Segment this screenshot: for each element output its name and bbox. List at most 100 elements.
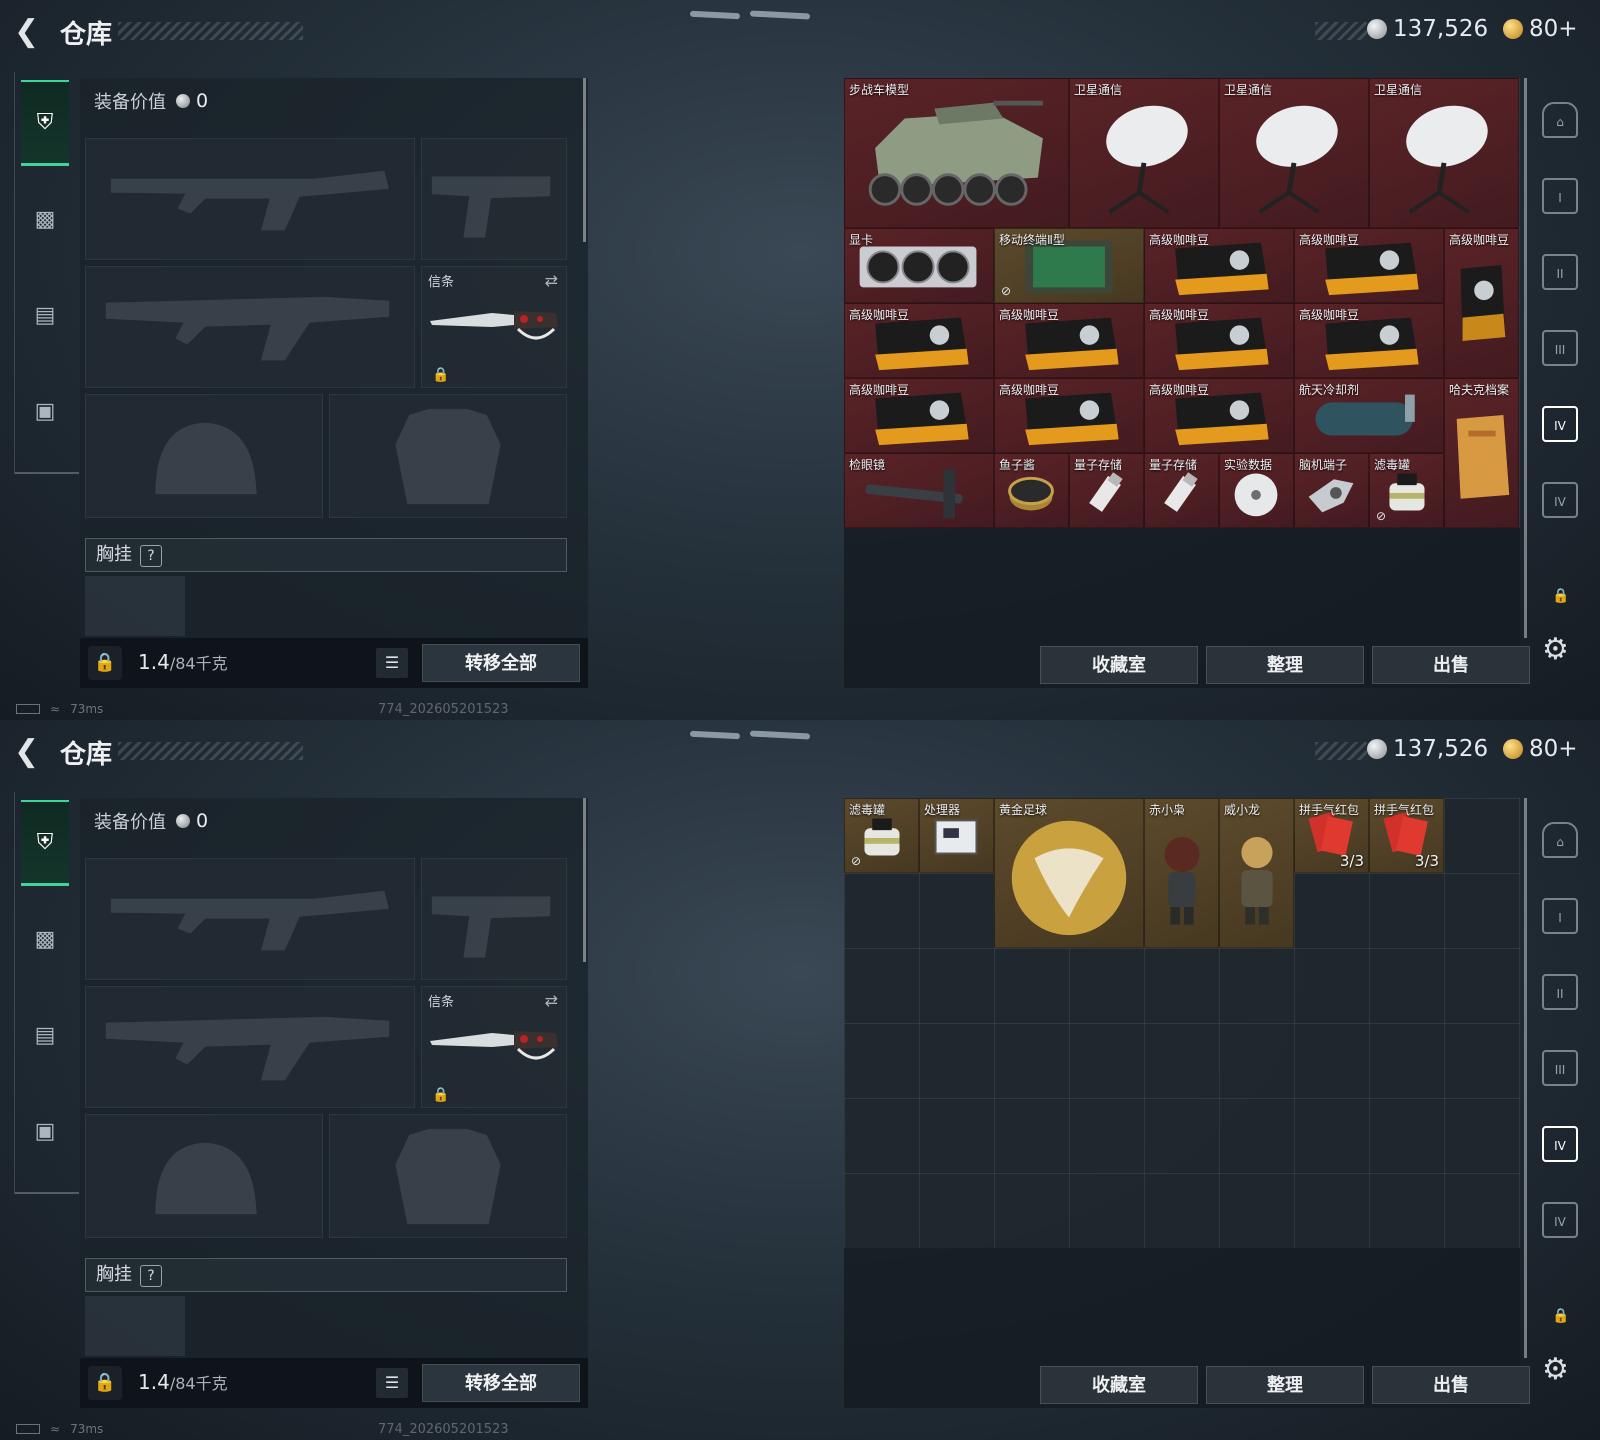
storage-page-tabs: ⌂ I II III IV IV 🔒 ⚙ [1524, 78, 1584, 688]
melee-slot[interactable]: 信条 ⇄ 🔒 [421, 986, 567, 1108]
storage-item[interactable]: 卫星通信 [1069, 78, 1219, 228]
storage-item[interactable]: 量子存储 [1069, 453, 1144, 528]
lock-toggle-icon[interactable]: 🔒 [88, 1366, 122, 1400]
list-view-icon[interactable]: ☰ [376, 648, 408, 678]
storage-item[interactable]: 拼手气红包 3/3 [1294, 798, 1369, 873]
storage-item[interactable]: 高级咖啡豆 [1144, 303, 1294, 378]
storage-item[interactable]: 哈夫克档案 [1444, 378, 1519, 528]
storage-item[interactable]: 量子存储 [1144, 453, 1219, 528]
tab-backpack[interactable]: ▩ [21, 176, 69, 262]
helmet-slot[interactable] [85, 1114, 323, 1238]
primary-weapon-slot[interactable] [85, 138, 415, 260]
secondary-weapon-slot[interactable] [85, 986, 415, 1108]
storage-item[interactable]: 高级咖啡豆 [1294, 228, 1444, 303]
tab-expansion-2[interactable]: II [1542, 254, 1578, 290]
tab-backpack[interactable]: ▩ [21, 896, 69, 982]
equipment-scrollbar[interactable] [583, 78, 586, 242]
currency-gold[interactable]: 80+ [1503, 736, 1578, 762]
currency-silver[interactable]: 137,526 [1367, 736, 1488, 762]
help-icon[interactable]: ? [140, 545, 162, 567]
storage-item[interactable]: 步战车模型 [844, 78, 1069, 228]
storage-item[interactable]: 脑机端子 [1294, 453, 1369, 528]
tab-toolbox[interactable]: ▣ [21, 368, 69, 454]
tab-expansion-3[interactable]: III [1542, 330, 1578, 366]
collection-room-button[interactable]: 收藏室 [1040, 646, 1198, 684]
tab-warehouse-main[interactable]: ⌂ [1542, 102, 1578, 138]
storage-item[interactable]: 滤毒罐 ⊘ [1369, 453, 1444, 528]
gear-icon[interactable]: ⚙ [1542, 632, 1569, 667]
storage-item[interactable]: 移动终端Ⅱ型 ⊘ [994, 228, 1144, 303]
storage-item[interactable]: 显卡 [844, 228, 994, 303]
storage-item[interactable]: 实验数据 [1219, 453, 1294, 528]
body-armor-slot[interactable] [329, 394, 567, 518]
storage-scrollbar[interactable] [1524, 798, 1527, 1358]
storage-item[interactable]: 高级咖啡豆 [1144, 378, 1294, 453]
back-arrow-icon[interactable]: ❮ [14, 14, 54, 50]
tab-expansion-1[interactable]: I [1542, 178, 1578, 214]
storage-item[interactable]: 卫星通信 [1369, 78, 1519, 228]
equipment-scrollbar[interactable] [583, 798, 586, 962]
storage-item[interactable]: 鱼子酱 [994, 453, 1069, 528]
secondary-weapon-slot[interactable] [85, 266, 415, 388]
lock-toggle-icon[interactable]: 🔒 [88, 646, 122, 680]
sell-button[interactable]: 出售 [1372, 1366, 1530, 1404]
sort-button[interactable]: 整理 [1206, 646, 1364, 684]
primary-weapon-slot[interactable] [85, 858, 415, 980]
transfer-all-button[interactable]: 转移全部 [422, 644, 580, 682]
tab-armor[interactable]: ▤ [21, 992, 69, 1078]
storage-item[interactable]: 滤毒罐 ⊘ [844, 798, 919, 873]
tab-expansion-4[interactable]: IV [1542, 406, 1578, 442]
storage-item[interactable]: 处理器 [919, 798, 994, 873]
storage-item[interactable]: 高级咖啡豆 [1294, 303, 1444, 378]
tab-expansion-2[interactable]: II [1542, 974, 1578, 1010]
collection-room-button[interactable]: 收藏室 [1040, 1366, 1198, 1404]
tab-expansion-5[interactable]: IV [1542, 1202, 1578, 1238]
tab-expansion-1[interactable]: I [1542, 898, 1578, 934]
sort-button[interactable]: 整理 [1206, 1366, 1364, 1404]
tab-warehouse-main[interactable]: ⌂ [1542, 822, 1578, 858]
storage-item[interactable]: 黄金足球 [994, 798, 1144, 948]
storage-item[interactable]: 高级咖啡豆 [844, 303, 994, 378]
storage-item[interactable]: 检眼镜 [844, 453, 994, 528]
expansion-box-icon: IV [1554, 495, 1566, 509]
chest-rig-header[interactable]: 胸挂? [85, 1258, 567, 1292]
sidearm-slot[interactable] [421, 138, 567, 260]
storage-item[interactable]: 高级咖啡豆 [844, 378, 994, 453]
storage-item[interactable]: 赤小枭 [1144, 798, 1219, 948]
storage-item[interactable]: 威小龙 [1219, 798, 1294, 948]
storage-item[interactable]: 高级咖啡豆 [994, 378, 1144, 453]
body-armor-slot[interactable] [329, 1114, 567, 1238]
tab-expansion-4[interactable]: IV [1542, 1126, 1578, 1162]
helmet-slot[interactable] [85, 394, 323, 518]
tab-weapons[interactable]: ⛨ [21, 80, 69, 166]
tab-expansion-5[interactable]: IV [1542, 482, 1578, 518]
list-view-icon[interactable]: ☰ [376, 1368, 408, 1398]
chest-rig-slot[interactable] [85, 576, 185, 636]
storage-item[interactable]: 卫星通信 [1219, 78, 1369, 228]
sidearm-slot[interactable] [421, 858, 567, 980]
tab-expansion-3[interactable]: III [1542, 1050, 1578, 1086]
storage-item[interactable]: 高级咖啡豆 [994, 303, 1144, 378]
back-arrow-icon[interactable]: ❮ [14, 734, 54, 770]
storage-item[interactable]: 高级咖啡豆 [1444, 228, 1519, 378]
storage-item-name: 量子存储 [1149, 458, 1198, 472]
gear-icon[interactable]: ⚙ [1542, 1352, 1569, 1387]
storage-item-name: 显卡 [849, 233, 874, 247]
help-icon[interactable]: ? [140, 1265, 162, 1287]
storage-item[interactable]: 拼手气红包 3/3 [1369, 798, 1444, 873]
storage-scrollbar[interactable] [1524, 78, 1527, 638]
currency-gold[interactable]: 80+ [1503, 16, 1578, 42]
loadout-tabs: ⛨ ▩ ▤ ▣ [14, 72, 79, 474]
storage-item-name: 处理器 [924, 803, 961, 817]
currency-silver[interactable]: 137,526 [1367, 16, 1488, 42]
chest-rig-header[interactable]: 胸挂? [85, 538, 567, 572]
storage-item[interactable]: 航天冷却剂 [1294, 378, 1444, 453]
melee-slot[interactable]: 信条 ⇄ 🔒 [421, 266, 567, 388]
storage-item[interactable]: 高级咖啡豆 [1144, 228, 1294, 303]
sell-button[interactable]: 出售 [1372, 646, 1530, 684]
transfer-all-button[interactable]: 转移全部 [422, 1364, 580, 1402]
tab-weapons[interactable]: ⛨ [21, 800, 69, 886]
tab-armor[interactable]: ▤ [21, 272, 69, 358]
tab-toolbox[interactable]: ▣ [21, 1088, 69, 1174]
chest-rig-slot[interactable] [85, 1296, 185, 1356]
